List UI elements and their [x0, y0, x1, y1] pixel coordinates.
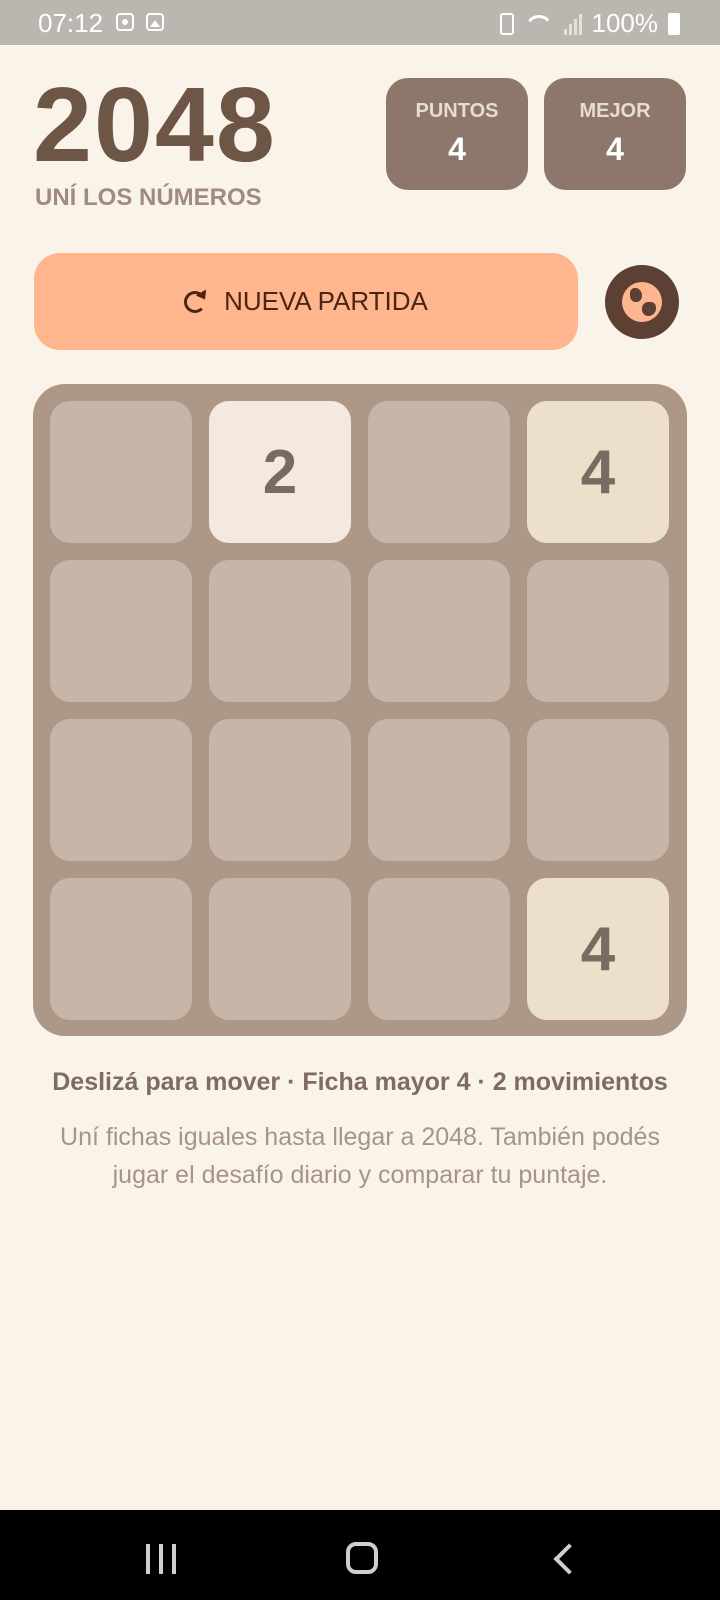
empty-cell: [50, 560, 192, 702]
move-summary: Deslizá para mover · Ficha mayor 4 · 2 m…: [52, 1068, 668, 1096]
empty-cell: [50, 401, 192, 543]
empty-cell: [209, 719, 351, 861]
tile-4: 4: [527, 401, 669, 543]
recents-icon[interactable]: [146, 1544, 176, 1574]
empty-cell: [527, 719, 669, 861]
score-label: PUNTOS: [415, 100, 499, 122]
empty-cell: [527, 560, 669, 702]
battery-level: 100%: [591, 8, 659, 38]
tile-2: 2: [209, 401, 351, 543]
empty-cell: [368, 560, 510, 702]
best-score-box: MEJOR 4: [544, 78, 686, 190]
image-icon: [146, 13, 164, 31]
game-title: 2048: [33, 66, 277, 184]
battery-icon: [668, 12, 680, 35]
notification-icon: [116, 13, 134, 31]
best-score-label: MEJOR: [579, 100, 651, 122]
signal-icon: [563, 13, 582, 35]
new-game-button[interactable]: NUEVA PARTIDA: [34, 253, 578, 350]
status-time: 07:12: [38, 8, 104, 38]
new-game-label: NUEVA PARTIDA: [224, 286, 428, 316]
wifi-icon: [524, 13, 554, 35]
refresh-icon: [184, 290, 207, 313]
game-subtitle: UNÍ LOS NÚMEROS: [35, 184, 262, 211]
game-board[interactable]: 2 4 4: [33, 384, 687, 1036]
empty-cell: [368, 401, 510, 543]
tile-4: 4: [527, 878, 669, 1020]
score-value: 4: [448, 131, 466, 167]
score-box: PUNTOS 4: [386, 78, 528, 190]
status-bar: 07:12 100%: [0, 0, 720, 45]
empty-cell: [368, 878, 510, 1020]
globe-button[interactable]: [605, 265, 679, 339]
empty-cell: [50, 719, 192, 861]
best-score-value: 4: [606, 131, 624, 167]
battery-saver-icon: [499, 12, 514, 35]
navigation-bar: [0, 1510, 720, 1600]
empty-cell: [50, 878, 192, 1020]
globe-icon: [622, 282, 662, 322]
status-left-icons: [116, 13, 164, 31]
help-text: Uní fichas iguales hasta llegar a 2048. …: [60, 1123, 660, 1189]
empty-cell: [368, 719, 510, 861]
home-icon[interactable]: [346, 1542, 378, 1574]
status-right-icons: 100%: [499, 8, 680, 39]
back-icon[interactable]: [553, 1543, 585, 1575]
empty-cell: [209, 560, 351, 702]
empty-cell: [209, 878, 351, 1020]
